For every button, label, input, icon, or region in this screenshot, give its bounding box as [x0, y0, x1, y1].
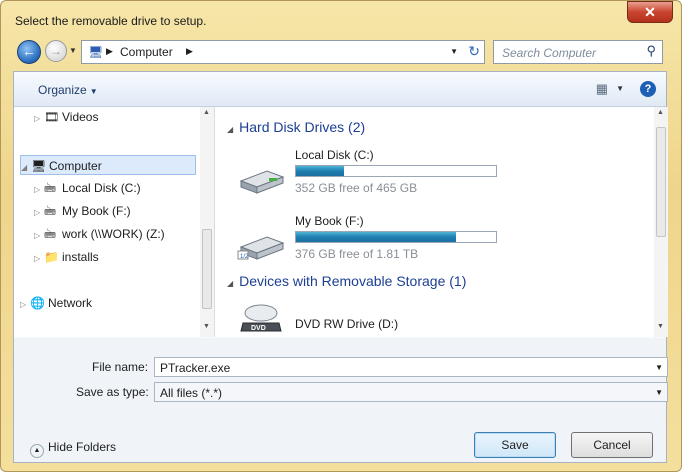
breadcrumb-separator-icon[interactable]: ▶: [186, 46, 193, 57]
hide-folders-button[interactable]: ▲ Hide Folders: [30, 440, 116, 458]
videos-icon: 🎞: [44, 110, 60, 124]
scroll-down-icon[interactable]: ▼: [203, 323, 210, 330]
views-dropdown-icon[interactable]: ▼: [616, 84, 624, 93]
drive-usage-fill: [296, 166, 344, 176]
drive-name[interactable]: DVD RW Drive (D:): [295, 317, 398, 331]
scroll-up-icon[interactable]: ▲: [203, 109, 210, 116]
organize-label: Organize: [38, 83, 87, 97]
chevron-down-icon[interactable]: ▼: [655, 363, 663, 372]
navigation-scrollbar[interactable]: ▲ ▼: [200, 107, 214, 337]
computer-icon: 🖥: [88, 45, 104, 59]
expand-icon[interactable]: ▷: [20, 295, 30, 315]
expand-icon[interactable]: ▷: [34, 249, 44, 269]
computer-icon: 🖥: [31, 159, 47, 173]
chevron-down-icon[interactable]: ▼: [655, 388, 663, 397]
refresh-icon[interactable]: ↻: [468, 43, 480, 60]
search-input[interactable]: Search Computer ⚲: [493, 40, 663, 64]
help-icon[interactable]: ?: [640, 81, 656, 97]
scrollbar-thumb[interactable]: [202, 229, 212, 309]
main-pane: ◢ Hard Disk Drives (2) Local Disk (C:) 35…: [215, 107, 668, 337]
tree-item-label: My Book (F:): [62, 204, 131, 218]
tree-item-label: work (\\WORK) (Z:): [62, 227, 165, 241]
usb-drive-icon: 🖮: [44, 204, 57, 218]
forward-arrow-icon[interactable]: →: [45, 40, 67, 62]
expand-icon[interactable]: ▷: [34, 109, 44, 129]
chevron-down-icon: ▼: [89, 87, 98, 96]
svg-text:DVD: DVD: [251, 325, 266, 332]
scroll-up-icon[interactable]: ▲: [657, 109, 664, 116]
tree-item-work[interactable]: ▷ 🖮 work (\\WORK) (Z:): [34, 224, 165, 244]
expand-icon[interactable]: ▷: [34, 180, 44, 200]
file-name-label: File name:: [92, 360, 149, 374]
drive-free-space: 352 GB free of 465 GB: [295, 181, 418, 195]
network-icon: 🌐: [30, 296, 45, 310]
drive-name[interactable]: My Book (F:): [295, 214, 364, 228]
tree-item-label: Videos: [62, 110, 99, 124]
chevron-up-icon: ▲: [30, 444, 44, 458]
main-scrollbar[interactable]: ▲ ▼: [654, 107, 668, 337]
tree-item-local-disk[interactable]: ▷ 🖮 Local Disk (C:): [34, 178, 141, 198]
address-dropdown-icon[interactable]: ▼: [450, 47, 458, 56]
folder-icon: 📁: [44, 250, 59, 264]
drive-usage-bar: [295, 231, 497, 243]
cancel-button[interactable]: Cancel: [571, 432, 653, 458]
organize-button[interactable]: Organize ▼: [38, 83, 98, 97]
toolbar: Organize ▼ ▦ ▼ ?: [14, 72, 666, 107]
tree-item-label: Local Disk (C:): [62, 181, 141, 195]
search-icon[interactable]: ⚲: [646, 43, 656, 59]
network-drive-icon: 🖮: [44, 227, 57, 241]
group-header-hard-disk[interactable]: ◢ Hard Disk Drives (2): [227, 119, 365, 135]
tree-item-label: Computer: [49, 159, 102, 173]
group-header-label: Hard Disk Drives (2): [239, 119, 366, 135]
scroll-down-icon[interactable]: ▼: [657, 323, 664, 330]
breadcrumb-computer[interactable]: Computer: [120, 45, 173, 59]
tree-item-network[interactable]: ▷ 🌐 Network: [20, 293, 92, 313]
save-as-type-value: All files (*.*): [160, 386, 223, 400]
file-name-value: PTracker.exe: [160, 361, 231, 375]
drive-usage-fill: [296, 232, 456, 242]
local-disk-icon: 🖮: [44, 181, 57, 195]
collapse-icon[interactable]: ◢: [227, 279, 233, 288]
expand-icon[interactable]: ▷: [34, 226, 44, 246]
collapse-icon[interactable]: ◢: [21, 158, 31, 178]
group-header-removable[interactable]: ◢ Devices with Removable Storage (1): [227, 273, 466, 289]
scrollbar-thumb[interactable]: [656, 127, 666, 237]
breadcrumb-separator-icon[interactable]: ▶: [106, 46, 113, 57]
save-as-type-select[interactable]: All files (*.*) ▼: [154, 382, 668, 402]
drive-free-space: 376 GB free of 1.81 TB: [295, 247, 419, 261]
group-header-label: Devices with Removable Storage (1): [239, 273, 467, 289]
tree-item-label: Network: [48, 296, 93, 310]
local-disk-icon: [239, 170, 285, 194]
content-area: Organize ▼ ▦ ▼ ? ▷ 🎞 Videos ◢ 🖥 Computer ▷ 🖮 Lo…: [13, 71, 668, 463]
save-as-type-label: Save as type:: [76, 385, 149, 399]
usb-drive-icon: 1/2: [237, 236, 285, 260]
history-dropdown-icon[interactable]: ▼: [69, 46, 77, 55]
tree-item-label: installs: [62, 250, 99, 264]
drive-usage-bar: [295, 165, 497, 177]
tree-item-installs[interactable]: ▷ 📁 installs: [34, 247, 99, 267]
close-button[interactable]: ✕: [627, 1, 673, 23]
navigation-row: ← → ▼ 🖥 ▶ Computer ▶ ▼ ↻ Search Computer…: [13, 35, 669, 69]
window-title: Select the removable drive to setup.: [15, 14, 207, 28]
dvd-drive-icon: DVD: [240, 304, 282, 332]
save-button[interactable]: Save: [474, 432, 556, 458]
hide-folders-label: Hide Folders: [48, 440, 117, 454]
expand-icon[interactable]: ▷: [34, 203, 44, 223]
back-arrow-icon[interactable]: ←: [17, 40, 41, 64]
collapse-icon[interactable]: ◢: [227, 125, 233, 134]
tree-item-videos[interactable]: ▷ 🎞 Videos: [34, 107, 98, 127]
search-placeholder: Search Computer: [502, 46, 597, 60]
views-icon[interactable]: ▦: [596, 81, 608, 97]
drive-name[interactable]: Local Disk (C:): [295, 148, 374, 162]
tree-item-computer[interactable]: ◢ 🖥 Computer: [20, 155, 196, 175]
file-name-field[interactable]: PTracker.exe ▼: [154, 357, 668, 377]
title-bar: Select the removable drive to setup. ✕: [1, 1, 681, 31]
tree-item-my-book[interactable]: ▷ 🖮 My Book (F:): [34, 201, 131, 221]
save-options-panel: File name: PTracker.exe ▼ Save as type: …: [14, 338, 668, 462]
svg-text:1/2: 1/2: [240, 254, 249, 260]
navigation-pane: ▷ 🎞 Videos ◢ 🖥 Computer ▷ 🖮 Local Disk (C:) ▷ 🖮…: [14, 107, 215, 337]
address-bar[interactable]: 🖥 ▶ Computer ▶ ▼ ↻: [81, 40, 485, 64]
save-dialog-window: Select the removable drive to setup. ✕ ←…: [0, 0, 682, 472]
